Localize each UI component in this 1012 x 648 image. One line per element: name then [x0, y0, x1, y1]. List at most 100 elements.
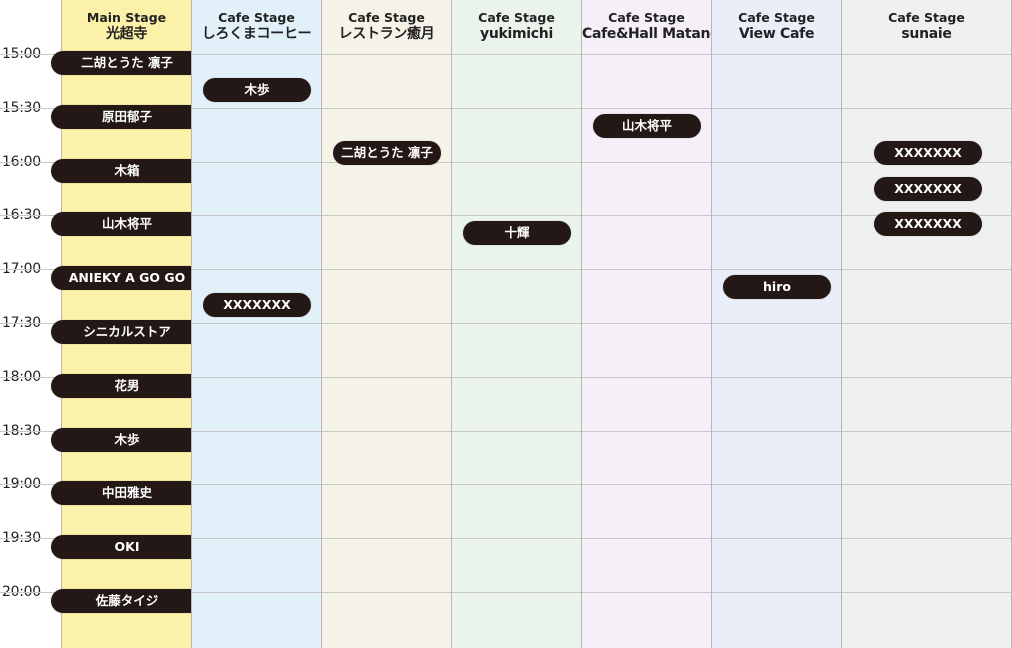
stage-name: しろくまコーヒー — [201, 26, 312, 42]
grid-line — [192, 215, 321, 217]
performance-slot[interactable]: 二胡とうた 凛子 — [51, 51, 203, 75]
grid-line — [192, 107, 321, 109]
stage-header: Cafe Stage レストラン癒月 — [322, 0, 451, 53]
grid-line — [322, 323, 451, 324]
stage-column-3: Cafe Stage レストラン癒月二胡とうた 凛子 — [321, 0, 451, 648]
stage-name: yukimichi — [480, 26, 553, 42]
stage-type: Cafe Stage — [218, 10, 295, 25]
stage-header: Cafe Stage yukimichi — [452, 0, 581, 53]
stage-type: Cafe Stage — [888, 10, 965, 25]
grid-line — [842, 107, 1011, 109]
grid-line — [842, 323, 1011, 324]
grid-line — [842, 430, 1011, 432]
grid-line — [712, 430, 841, 432]
grid-line — [322, 215, 451, 217]
grid-line — [582, 323, 711, 324]
performance-slot[interactable]: XXXXXXX — [203, 293, 311, 317]
grid-line — [712, 54, 841, 55]
time-gridline — [0, 323, 61, 324]
time-gridline — [0, 430, 61, 432]
performance-slot[interactable]: 佐藤タイジ — [51, 589, 203, 613]
stage-header: Cafe Stage しろくまコーヒー — [192, 0, 321, 53]
grid-line — [842, 54, 1011, 55]
grid-line — [712, 484, 841, 486]
stage-column-5: Cafe Stage Cafe&Hall Matano 山木将平 — [581, 0, 720, 648]
grid-line — [322, 592, 451, 593]
grid-line — [452, 54, 581, 55]
performance-slot[interactable]: 木歩 — [51, 428, 203, 452]
time-gridline — [0, 592, 61, 593]
performance-slot[interactable]: XXXXXXX — [874, 177, 982, 201]
stage-name: レストラン癒月 — [338, 26, 435, 42]
performance-slot[interactable]: 山木将平 — [51, 212, 203, 236]
stage-type: Cafe Stage — [348, 10, 425, 25]
grid-line — [582, 376, 711, 378]
grid-line — [842, 538, 1011, 540]
grid-line — [582, 538, 711, 540]
stage-column-4: Cafe Stage yukimichi 十輝 — [451, 0, 581, 648]
stage-column-6: Cafe Stage View Cafe hiro — [711, 0, 841, 648]
grid-line — [452, 269, 581, 271]
grid-line — [322, 484, 451, 486]
grid-line — [712, 161, 841, 163]
grid-line — [582, 592, 711, 593]
grid-line — [712, 107, 841, 109]
grid-line — [452, 161, 581, 163]
time-gridline — [0, 376, 61, 378]
festival-timetable: 15:00 15:30 16:00 16:30 17:00 17:30 18:00 18:30… — [0, 0, 1012, 648]
grid-line — [712, 215, 841, 217]
performance-slot[interactable]: ANIEKY A GO GO — [51, 266, 203, 290]
grid-line — [712, 538, 841, 540]
grid-line — [322, 54, 451, 55]
performance-slot[interactable]: 山木将平 — [593, 114, 701, 138]
grid-line — [452, 430, 581, 432]
time-gridline — [0, 484, 61, 486]
grid-line — [582, 215, 711, 217]
stage-header: Cafe Stage View Cafe — [712, 0, 841, 53]
grid-line — [192, 323, 321, 324]
stage-column-7: Cafe Stage sunaie XXXXXXX XXXXXXX XXXXXXX — [841, 0, 1012, 648]
grid-line — [452, 215, 581, 217]
performance-slot[interactable]: 二胡とうた 凛子 — [333, 141, 441, 165]
stage-type: Cafe Stage — [738, 10, 815, 25]
performance-slot[interactable]: 花男 — [51, 374, 203, 398]
stage-header: Main Stage 光超寺 — [62, 0, 191, 53]
performance-slot[interactable]: XXXXXXX — [874, 212, 982, 236]
grid-line — [582, 161, 711, 163]
grid-line — [582, 430, 711, 432]
stage-header: Cafe Stage Cafe&Hall Matano — [582, 0, 720, 53]
performance-slot[interactable]: 木歩 — [203, 78, 311, 102]
stage-header: Cafe Stage sunaie — [842, 0, 1011, 53]
time-gridline — [0, 54, 61, 55]
grid-line — [842, 269, 1011, 271]
grid-line — [582, 269, 711, 271]
performance-slot[interactable]: XXXXXXX — [874, 141, 982, 165]
grid-line — [712, 376, 841, 378]
grid-line — [192, 376, 321, 378]
performance-slot[interactable]: 十輝 — [463, 221, 571, 245]
grid-line — [582, 484, 711, 486]
performance-slot[interactable]: 中田雅史 — [51, 481, 203, 505]
grid-line — [192, 538, 321, 540]
time-gridline — [0, 269, 61, 271]
grid-line — [192, 430, 321, 432]
grid-line — [322, 430, 451, 432]
time-gridline — [0, 538, 61, 540]
performance-slot[interactable]: 原田郁子 — [51, 105, 203, 129]
grid-line — [192, 54, 321, 55]
grid-line — [192, 484, 321, 486]
stage-name: Cafe&Hall Matano — [582, 26, 720, 42]
performance-slot[interactable]: hiro — [723, 275, 831, 299]
grid-line — [452, 107, 581, 109]
performance-slot[interactable]: OKI — [51, 535, 203, 559]
grid-line — [842, 376, 1011, 378]
grid-line — [712, 592, 841, 593]
performance-slot[interactable]: 木箱 — [51, 159, 203, 183]
time-gridline — [0, 215, 61, 217]
time-gridline — [0, 107, 61, 109]
stage-name: 光超寺 — [105, 26, 148, 42]
grid-line — [842, 592, 1011, 593]
grid-line — [192, 161, 321, 163]
performance-slot[interactable]: シニカルストア — [51, 320, 203, 344]
grid-line — [582, 107, 711, 109]
